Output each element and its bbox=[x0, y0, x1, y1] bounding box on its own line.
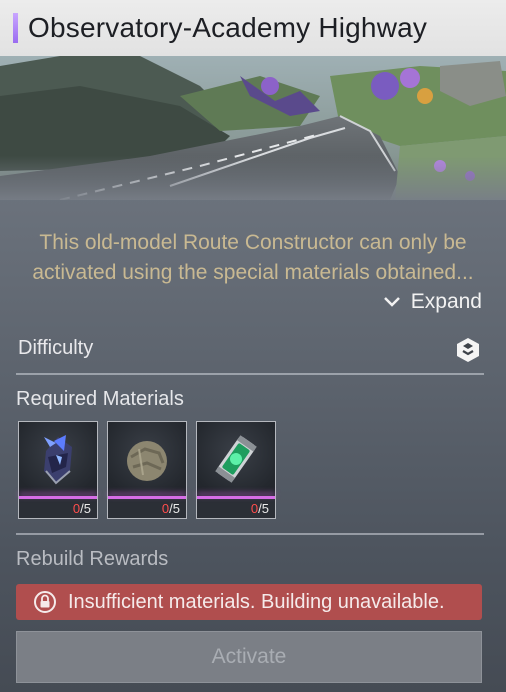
lock-icon bbox=[34, 591, 56, 613]
banner-fade bbox=[0, 156, 506, 200]
warning-text: Insufficient materials. Building unavail… bbox=[68, 590, 445, 613]
materials-divider bbox=[16, 533, 484, 535]
activate-button[interactable]: Activate bbox=[16, 631, 482, 683]
material-count: 0/5 bbox=[161, 501, 180, 516]
stone-orb-icon bbox=[108, 422, 186, 496]
materials-list: 0/5 0/5 0/5 bbox=[18, 421, 276, 519]
difficulty-divider bbox=[16, 373, 484, 375]
material-count: 0/5 bbox=[250, 501, 269, 516]
energy-canister-icon bbox=[197, 422, 275, 496]
rarity-bar bbox=[19, 496, 97, 499]
material-slot[interactable]: 0/5 bbox=[107, 421, 187, 519]
expand-label: Expand bbox=[410, 290, 482, 313]
rebuild-rewards-label: Rebuild Rewards bbox=[16, 548, 169, 570]
rarity-bar bbox=[197, 496, 275, 499]
location-description: This old-model Route Constructor can onl… bbox=[32, 231, 474, 284]
title-bar: Observatory-Academy Highway bbox=[0, 0, 506, 56]
rarity-bar bbox=[108, 496, 186, 499]
difficulty-icon[interactable] bbox=[454, 336, 482, 369]
material-slot[interactable]: 0/5 bbox=[196, 421, 276, 519]
crystal-shard-icon bbox=[19, 422, 97, 496]
material-count: 0/5 bbox=[72, 501, 91, 516]
title-accent bbox=[13, 13, 18, 43]
chevron-down-icon bbox=[383, 297, 400, 307]
construction-panel: Observatory-Academy Highway This old-mod… bbox=[0, 0, 506, 692]
location-banner-image bbox=[0, 56, 506, 200]
material-slot[interactable]: 0/5 bbox=[18, 421, 98, 519]
page-title: Observatory-Academy Highway bbox=[28, 12, 428, 43]
difficulty-label: Difficulty bbox=[18, 337, 94, 359]
required-materials-label: Required Materials bbox=[16, 388, 184, 410]
insufficient-materials-warning: Insufficient materials. Building unavail… bbox=[16, 584, 482, 620]
expand-button[interactable]: Expand bbox=[383, 288, 482, 316]
